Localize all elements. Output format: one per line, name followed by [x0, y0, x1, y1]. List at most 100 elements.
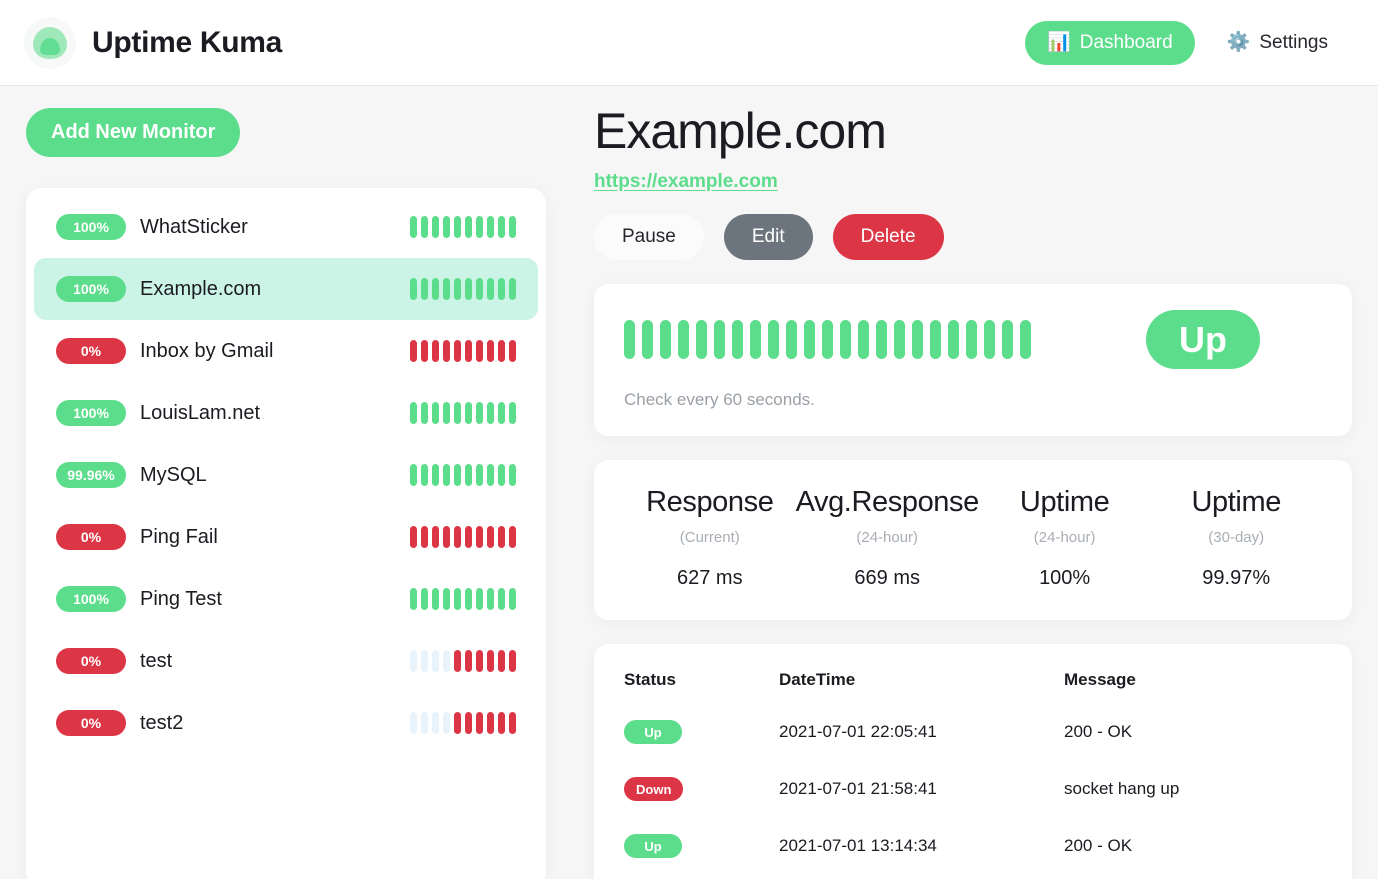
heartbeat-beat[interactable]: [642, 320, 653, 359]
mini-heartbeat-bar: [410, 650, 516, 672]
stat-subtitle: (24-hour): [979, 529, 1151, 546]
monitor-list-item[interactable]: 100%WhatSticker: [34, 196, 538, 258]
heartbeat-beat[interactable]: [930, 320, 941, 359]
event-status-badge: Down: [624, 777, 683, 801]
heartbeat-beat: [443, 402, 450, 424]
stat-block: Uptime(30-day)99.97%: [1150, 486, 1322, 590]
heartbeat-beat: [421, 650, 428, 672]
stat-subtitle: (30-day): [1150, 529, 1322, 546]
heartbeat-beat[interactable]: [876, 320, 887, 359]
heartbeat-beat: [476, 526, 483, 548]
heartbeat-beat: [487, 216, 494, 238]
monitor-list-item[interactable]: 0%Ping Fail: [34, 506, 538, 568]
monitor-list-item[interactable]: 0%Inbox by Gmail: [34, 320, 538, 382]
heartbeat-beat: [454, 526, 461, 548]
heartbeat-card: Up Check every 60 seconds.: [594, 284, 1352, 436]
monitor-list-item[interactable]: 0%test2: [34, 692, 538, 754]
heartbeat-beat: [432, 588, 439, 610]
sidebar: Add New Monitor 100%WhatSticker100%Examp…: [0, 86, 570, 879]
stat-subtitle: (24-hour): [796, 529, 979, 546]
mini-heartbeat-bar: [410, 340, 516, 362]
stat-title: Response: [624, 486, 796, 519]
heartbeat-beat: [465, 712, 472, 734]
heartbeat-beat: [443, 464, 450, 486]
heartbeat-beat: [476, 402, 483, 424]
heartbeat-bar[interactable]: [624, 320, 1031, 359]
events-table-header: StatusDateTimeMessage: [624, 670, 1322, 712]
heartbeat-beat: [476, 712, 483, 734]
heartbeat-beat: [498, 464, 505, 486]
heartbeat-beat[interactable]: [1002, 320, 1013, 359]
header-nav: 📊Dashboard⚙️Settings: [1025, 21, 1350, 65]
heartbeat-beat: [410, 278, 417, 300]
heartbeat-beat: [454, 712, 461, 734]
events-card: StatusDateTimeMessage Up2021-07-01 22:05…: [594, 644, 1352, 879]
heartbeat-beat[interactable]: [822, 320, 833, 359]
heartbeat-beat: [487, 712, 494, 734]
events-column-header: Message: [1064, 670, 1322, 712]
heartbeat-beat[interactable]: [912, 320, 923, 359]
monitor-list-item[interactable]: 0%test: [34, 630, 538, 692]
heartbeat-beat: [487, 588, 494, 610]
heartbeat-beat: [432, 464, 439, 486]
mini-heartbeat-bar: [410, 278, 516, 300]
heartbeat-beat: [487, 464, 494, 486]
heartbeat-beat: [443, 526, 450, 548]
heartbeat-beat: [454, 340, 461, 362]
heartbeat-beat[interactable]: [768, 320, 779, 359]
heartbeat-beat[interactable]: [984, 320, 995, 359]
heartbeat-beat: [454, 464, 461, 486]
monitor-list[interactable]: 100%WhatSticker100%Example.com0%Inbox by…: [26, 188, 546, 879]
stat-title: Uptime: [979, 486, 1151, 519]
monitor-url-link[interactable]: https://example.com: [594, 171, 778, 193]
heartbeat-beat[interactable]: [804, 320, 815, 359]
pause-button[interactable]: Pause: [594, 214, 704, 260]
heartbeat-beat: [421, 340, 428, 362]
event-status-cell: Up: [624, 826, 779, 879]
heartbeat-beat: [498, 650, 505, 672]
heartbeat-beat[interactable]: [678, 320, 689, 359]
heartbeat-beat: [509, 464, 516, 486]
heartbeat-beat: [421, 712, 428, 734]
monitor-action-buttons: Pause Edit Delete: [594, 214, 1352, 260]
nav-settings-button[interactable]: ⚙️Settings: [1205, 21, 1350, 65]
monitor-list-item[interactable]: 100%Example.com: [34, 258, 538, 320]
heartbeat-beat[interactable]: [966, 320, 977, 359]
heartbeat-beat[interactable]: [660, 320, 671, 359]
brand: Uptime Kuma: [24, 17, 282, 69]
heartbeat-beat[interactable]: [894, 320, 905, 359]
stat-value: 669 ms: [796, 567, 979, 590]
nav-label: Dashboard: [1080, 32, 1173, 54]
heartbeat-beat[interactable]: [696, 320, 707, 359]
heartbeat-beat: [487, 526, 494, 548]
heartbeat-beat: [476, 216, 483, 238]
add-new-monitor-button[interactable]: Add New Monitor: [26, 108, 240, 157]
monitor-name: WhatSticker: [140, 216, 248, 239]
heartbeat-beat: [432, 340, 439, 362]
delete-button[interactable]: Delete: [833, 214, 944, 260]
nav-dashboard-button[interactable]: 📊Dashboard: [1025, 21, 1195, 65]
check-interval-text: Check every 60 seconds.: [624, 390, 1322, 410]
event-datetime-cell: 2021-07-01 21:58:41: [779, 769, 1064, 826]
heartbeat-beat: [498, 402, 505, 424]
heartbeat-beat[interactable]: [786, 320, 797, 359]
heartbeat-beat[interactable]: [840, 320, 851, 359]
monitor-list-item[interactable]: 99.96%MySQL: [34, 444, 538, 506]
edit-button[interactable]: Edit: [724, 214, 813, 260]
heartbeat-beat: [509, 278, 516, 300]
heartbeat-beat[interactable]: [732, 320, 743, 359]
heartbeat-beat: [465, 526, 472, 548]
heartbeat-beat: [410, 712, 417, 734]
events-table-row: Up2021-07-01 13:14:34200 - OK: [624, 826, 1322, 879]
heartbeat-beat: [509, 526, 516, 548]
heartbeat-beat[interactable]: [750, 320, 761, 359]
heartbeat-beat[interactable]: [624, 320, 635, 359]
monitor-list-item[interactable]: 100%LouisLam.net: [34, 382, 538, 444]
heartbeat-beat[interactable]: [858, 320, 869, 359]
event-datetime-cell: 2021-07-01 13:14:34: [779, 826, 1064, 879]
stats-card: Response(Current)627 msAvg.Response(24-h…: [594, 460, 1352, 620]
heartbeat-beat[interactable]: [714, 320, 725, 359]
heartbeat-beat[interactable]: [948, 320, 959, 359]
heartbeat-beat[interactable]: [1020, 320, 1031, 359]
monitor-list-item[interactable]: 100%Ping Test: [34, 568, 538, 630]
